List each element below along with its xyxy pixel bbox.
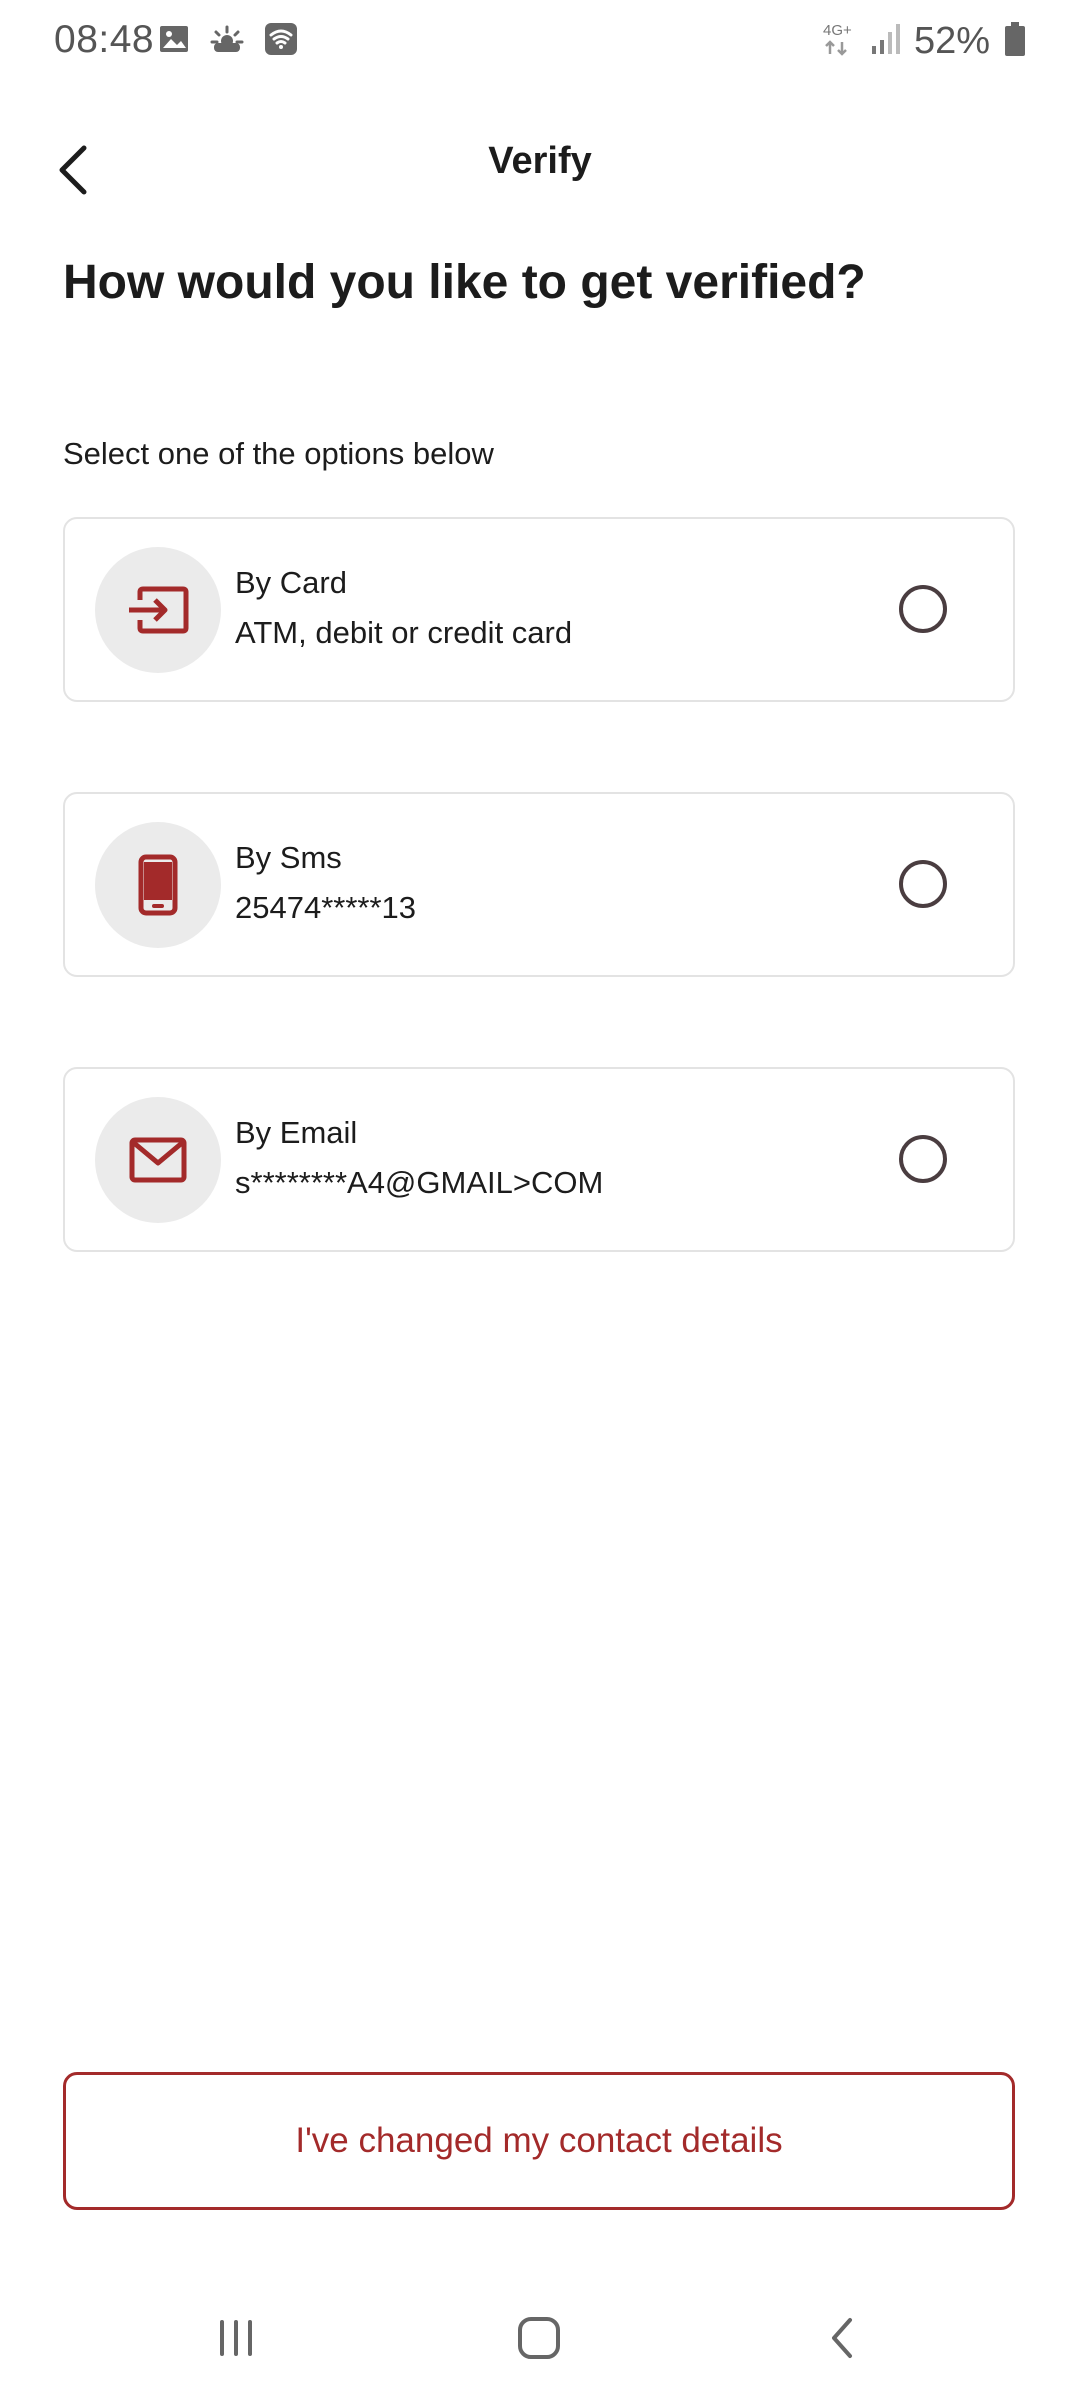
status-time: 08:48	[54, 18, 155, 61]
home-button[interactable]	[509, 2308, 569, 2368]
email-icon	[129, 1137, 187, 1183]
option-radio-by-email[interactable]	[899, 1135, 947, 1183]
card-login-icon	[129, 586, 189, 634]
status-icons-right: 4G+ 52%	[822, 20, 1026, 63]
battery-icon	[1004, 21, 1026, 62]
option-title: By Sms	[235, 840, 342, 875]
option-title: By Card	[235, 565, 347, 600]
wifi-calling-icon	[264, 22, 298, 61]
option-title: By Email	[235, 1115, 358, 1150]
page-heading: How would you like to get verified?	[63, 256, 866, 309]
home-icon	[518, 2317, 560, 2359]
recent-apps-button[interactable]	[206, 2308, 266, 2368]
option-radio-by-card[interactable]	[899, 585, 947, 633]
signal-icon	[870, 22, 900, 61]
page-subheading: Select one of the options below	[63, 436, 494, 471]
option-detail: s********A4@GMAIL>COM	[235, 1165, 604, 1200]
back-icon	[832, 2318, 852, 2358]
option-icon-circle	[95, 547, 221, 673]
option-detail: 25474*****13	[235, 890, 417, 925]
system-back-button[interactable]	[812, 2308, 872, 2368]
option-card-by-card[interactable]: By Card ATM, debit or credit card	[63, 517, 1015, 702]
option-card-by-email[interactable]: By Email s********A4@GMAIL>COM	[63, 1067, 1015, 1252]
network-4g-icon: 4G+	[822, 20, 856, 63]
app-bar: Verify	[0, 120, 1080, 212]
phone-icon	[138, 854, 178, 916]
page-title: Verify	[488, 140, 592, 182]
status-icons-left	[158, 22, 298, 61]
option-icon-circle	[95, 822, 221, 948]
recent-apps-icon	[220, 2320, 252, 2356]
weather-icon	[210, 23, 244, 60]
status-bar: 08:48 4G+ 52%	[0, 0, 1080, 80]
changed-contact-details-button[interactable]: I've changed my contact details	[63, 2072, 1015, 2210]
option-detail: ATM, debit or credit card	[235, 615, 573, 650]
navigation-bar	[0, 2290, 1080, 2380]
option-icon-circle	[95, 1097, 221, 1223]
battery-percentage: 52%	[913, 20, 990, 62]
option-radio-by-sms[interactable]	[899, 860, 947, 908]
network-type-label: 4G+	[823, 22, 852, 39]
option-card-by-sms[interactable]: By Sms 25474*****13	[63, 792, 1015, 977]
image-icon	[158, 23, 190, 60]
